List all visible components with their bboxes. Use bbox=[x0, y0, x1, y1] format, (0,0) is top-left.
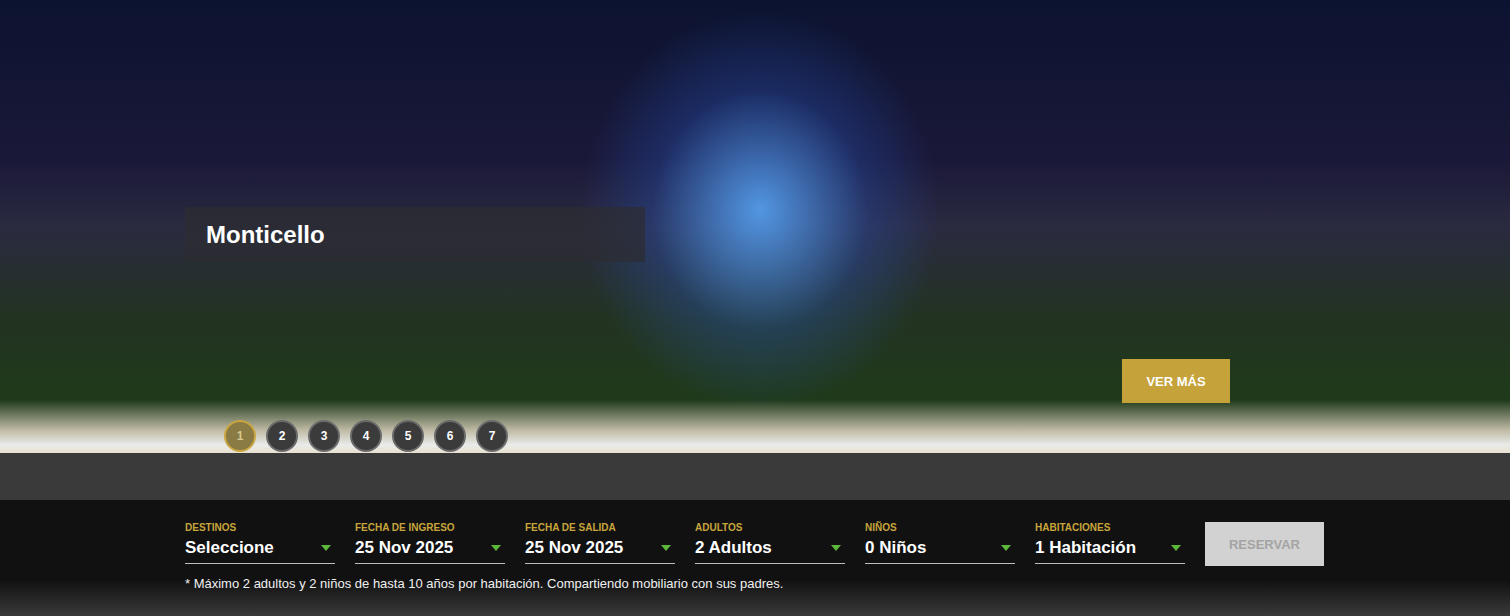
field-select[interactable]: 0 Niños bbox=[865, 538, 1015, 564]
field-label: FECHA DE INGRESO bbox=[355, 522, 505, 533]
field-label: HABITACIONES bbox=[1035, 522, 1185, 533]
field-value: 2 Adultos bbox=[695, 538, 772, 558]
field-select[interactable]: Seleccione bbox=[185, 538, 335, 564]
slide-pagination: 1234567 bbox=[224, 420, 508, 452]
see-more-button[interactable]: VER MÁS bbox=[1122, 359, 1230, 403]
page: Monticello VER MÁS 1234567 DESTINOS Seleccio… bbox=[0, 0, 1510, 616]
field-select[interactable]: 25 Nov 2025 bbox=[525, 538, 675, 564]
booking-field: ADULTOS 2 Adultos bbox=[695, 522, 845, 564]
slide-dot[interactable]: 6 bbox=[434, 420, 466, 452]
booking-field: NIÑOS 0 Niños bbox=[865, 522, 1015, 564]
dropdown-icon bbox=[831, 545, 841, 551]
dropdown-icon bbox=[1171, 545, 1181, 551]
slide-dot[interactable]: 3 bbox=[308, 420, 340, 452]
slide-dot[interactable]: 5 bbox=[392, 420, 424, 452]
field-label: ADULTOS bbox=[695, 522, 845, 533]
divider-strip bbox=[0, 453, 1510, 500]
field-value: 25 Nov 2025 bbox=[525, 538, 623, 558]
field-value: Seleccione bbox=[185, 538, 274, 558]
field-select[interactable]: 2 Adultos bbox=[695, 538, 845, 564]
field-value: 1 Habitación bbox=[1035, 538, 1136, 558]
slide-dot[interactable]: 2 bbox=[266, 420, 298, 452]
field-label: DESTINOS bbox=[185, 522, 335, 533]
field-label: NIÑOS bbox=[865, 522, 1015, 533]
dropdown-icon bbox=[491, 545, 501, 551]
slide-dot[interactable]: 4 bbox=[350, 420, 382, 452]
slide-dot[interactable]: 1 bbox=[224, 420, 256, 452]
booking-field: FECHA DE SALIDA 25 Nov 2025 bbox=[525, 522, 675, 564]
dropdown-icon bbox=[321, 545, 331, 551]
reserve-button[interactable]: RESERVAR bbox=[1205, 522, 1324, 566]
slide-caption: Monticello bbox=[185, 207, 645, 262]
booking-field: FECHA DE INGRESO 25 Nov 2025 bbox=[355, 522, 505, 564]
slide-dot[interactable]: 7 bbox=[476, 420, 508, 452]
field-value: 25 Nov 2025 bbox=[355, 538, 453, 558]
field-select[interactable]: 25 Nov 2025 bbox=[355, 538, 505, 564]
booking-bar: DESTINOS Seleccione FECHA DE INGRESO 25 Nov… bbox=[0, 500, 1510, 616]
field-select[interactable]: 1 Habitación bbox=[1035, 538, 1185, 564]
field-label: FECHA DE SALIDA bbox=[525, 522, 675, 533]
booking-fields: DESTINOS Seleccione FECHA DE INGRESO 25 Nov… bbox=[185, 522, 1325, 566]
booking-note: * Máximo 2 adultos y 2 niños de hasta 10… bbox=[185, 576, 1325, 591]
hero-slide: Monticello VER MÁS 1234567 bbox=[0, 0, 1510, 453]
field-value: 0 Niños bbox=[865, 538, 926, 558]
dropdown-icon bbox=[1001, 545, 1011, 551]
booking-field: HABITACIONES 1 Habitación bbox=[1035, 522, 1185, 564]
dropdown-icon bbox=[661, 545, 671, 551]
booking-field: DESTINOS Seleccione bbox=[185, 522, 335, 564]
